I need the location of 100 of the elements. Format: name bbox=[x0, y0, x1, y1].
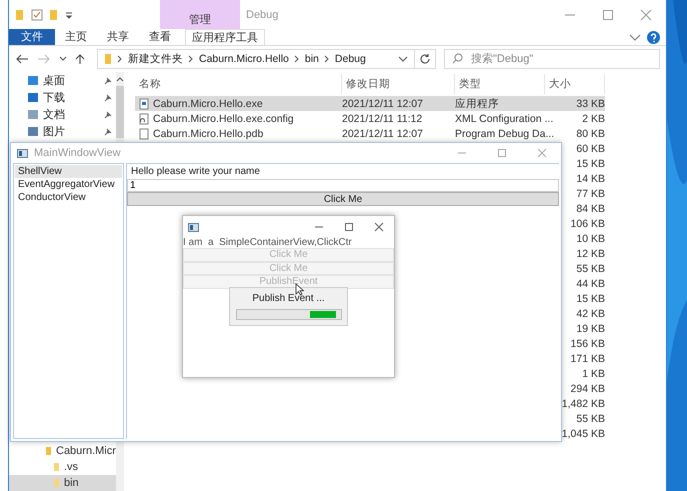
file-row[interactable]: Caburn.Micro.Hello.exe 2021/12/11 12:07 应用程序 33 KB bbox=[135, 96, 605, 111]
folder-icon bbox=[104, 53, 112, 65]
file-date: 2021/12/11 12:07 bbox=[342, 128, 423, 140]
file-size: 33 KB bbox=[576, 98, 605, 110]
file-row[interactable]: Caburn.Micro.Hello.pdb 2021/12/11 12:07 Program Debug Da... 80 KB bbox=[135, 126, 605, 141]
file-size: 15 KB bbox=[576, 292, 605, 304]
breadcrumb[interactable]: bin bbox=[304, 53, 319, 65]
file-size: 77 KB bbox=[576, 188, 605, 200]
refresh-icon bbox=[419, 53, 431, 65]
file-type: 应用程序 bbox=[455, 96, 499, 110]
file-icon bbox=[139, 112, 149, 124]
chevron-icon[interactable] bbox=[59, 55, 67, 63]
maximize-icon[interactable] bbox=[344, 222, 354, 232]
file-date: 2021/12/11 12:07 bbox=[342, 98, 423, 110]
file-size: 15 KB bbox=[576, 158, 605, 170]
file-size: 44 KB bbox=[576, 278, 605, 290]
back-icon[interactable] bbox=[15, 53, 29, 65]
breadcrumb[interactable]: Debug bbox=[334, 53, 366, 65]
file-size: 80 KB bbox=[576, 128, 605, 140]
pin-icon[interactable] bbox=[104, 128, 112, 136]
view-list-item[interactable]: ConductorView bbox=[15, 191, 122, 204]
chevron-icon bbox=[188, 55, 194, 63]
nav-item[interactable]: 文档 bbox=[9, 106, 116, 123]
close-icon[interactable] bbox=[374, 222, 384, 232]
file-size: 171 KB bbox=[570, 352, 605, 364]
file-size: 1,045 KB bbox=[562, 428, 605, 440]
checkbox-icon[interactable] bbox=[31, 8, 43, 20]
tree-item[interactable]: Caburn.Micr bbox=[9, 443, 116, 459]
file-size: 42 KB bbox=[576, 308, 605, 320]
file-size: 1 KB bbox=[582, 368, 605, 380]
chevron-icon bbox=[324, 55, 330, 63]
view-list-item[interactable]: ShellView bbox=[15, 165, 122, 178]
file-type: Program Debug Da... bbox=[455, 128, 554, 140]
chevron-icon bbox=[117, 55, 123, 63]
file-size: 60 KB bbox=[576, 142, 605, 154]
pin-icon[interactable] bbox=[104, 110, 112, 118]
mouse-cursor-icon bbox=[295, 283, 304, 296]
file-size: 19 KB bbox=[576, 322, 605, 334]
help-icon[interactable] bbox=[647, 30, 660, 44]
column-header[interactable]: 大小 bbox=[545, 74, 605, 94]
tree-item[interactable]: bin bbox=[9, 475, 116, 491]
file-size: 2 KB bbox=[582, 112, 605, 124]
nav-item[interactable]: 图片 bbox=[9, 123, 116, 140]
column-header[interactable]: 类型 bbox=[455, 74, 545, 94]
close-icon[interactable] bbox=[640, 8, 652, 20]
window-icon bbox=[17, 148, 28, 158]
file-size: 55 KB bbox=[576, 262, 605, 274]
scroll-up-icon[interactable] bbox=[116, 76, 124, 82]
file-size: 14 KB bbox=[576, 172, 605, 184]
file-type: XML Configuration ... bbox=[455, 112, 554, 124]
scroll-thumb[interactable] bbox=[116, 86, 124, 138]
ribbon-tab[interactable]: 主页 bbox=[55, 29, 97, 45]
file-size: 106 KB bbox=[570, 218, 605, 230]
ribbon-tab[interactable]: 应用程序工具 bbox=[185, 29, 265, 45]
pin-icon[interactable] bbox=[104, 76, 112, 84]
column-header[interactable]: 名称 bbox=[135, 74, 342, 94]
context-group-label: 管理 bbox=[160, 0, 240, 29]
prompt-label: Hello please write your name bbox=[130, 165, 261, 179]
up-icon[interactable] bbox=[75, 53, 85, 65]
file-name: Caburn.Micro.Hello.exe bbox=[153, 98, 263, 110]
search-field[interactable]: 搜索"Debug" bbox=[444, 49, 660, 69]
ribbon-tab[interactable]: 共享 bbox=[97, 29, 139, 45]
window-icon bbox=[188, 222, 199, 232]
column-header[interactable]: 修改日期 bbox=[342, 74, 455, 94]
dropdown-icon[interactable] bbox=[398, 55, 408, 63]
nav-item[interactable]: 桌面 bbox=[9, 72, 116, 89]
breadcrumb[interactable]: 新建文件夹 bbox=[128, 52, 183, 66]
file-size: 12 KB bbox=[576, 248, 605, 260]
file-size: 294 KB bbox=[570, 382, 605, 394]
name-input[interactable]: 1 bbox=[127, 179, 559, 192]
file-name: Caburn.Micro.Hello.exe.config bbox=[153, 112, 294, 124]
window-title: MainWindowView bbox=[34, 147, 121, 159]
chevron-icon bbox=[294, 55, 300, 63]
pin-icon[interactable] bbox=[104, 94, 112, 102]
maximize-icon[interactable] bbox=[602, 8, 614, 20]
address-bar[interactable]: 新建文件夹 Caburn.Micro.Hello bin Debug bbox=[97, 49, 415, 69]
dropdown-icon[interactable] bbox=[65, 10, 73, 20]
ribbon-tab[interactable]: 文件 bbox=[9, 29, 55, 45]
file-size: 10 KB bbox=[576, 232, 605, 244]
breadcrumb[interactable]: Caburn.Micro.Hello bbox=[199, 53, 289, 65]
chevron-icon[interactable] bbox=[629, 32, 641, 42]
view-list-item[interactable]: EventAggregatorView bbox=[15, 178, 122, 191]
popup-title: Publish Event ... bbox=[252, 293, 325, 304]
refresh-button[interactable] bbox=[414, 49, 436, 69]
window-title: Debug bbox=[246, 8, 278, 20]
file-date: 2021/12/11 11:12 bbox=[342, 112, 422, 124]
file-row[interactable]: Caburn.Micro.Hello.exe.config 2021/12/11 11:12 XML Configuration ... 2 KB bbox=[135, 111, 605, 126]
file-size: 84 KB bbox=[576, 202, 605, 214]
message-text: I am a SimpleContainerView,ClickCtr bbox=[183, 238, 353, 248]
file-size: 156 KB bbox=[570, 338, 605, 350]
search-icon bbox=[452, 53, 463, 64]
ribbon-tab[interactable]: 查看 bbox=[139, 29, 181, 45]
nav-item[interactable]: 下载 bbox=[9, 89, 116, 106]
file-icon bbox=[139, 128, 149, 140]
click-me-button[interactable]: Click Me bbox=[127, 192, 559, 206]
file-name: Caburn.Micro.Hello.pdb bbox=[153, 128, 264, 140]
file-size: 55 KB bbox=[576, 412, 605, 424]
application-icon bbox=[139, 98, 149, 110]
tree-item[interactable]: .vs bbox=[9, 459, 116, 475]
file-size: 1,482 KB bbox=[562, 398, 605, 410]
